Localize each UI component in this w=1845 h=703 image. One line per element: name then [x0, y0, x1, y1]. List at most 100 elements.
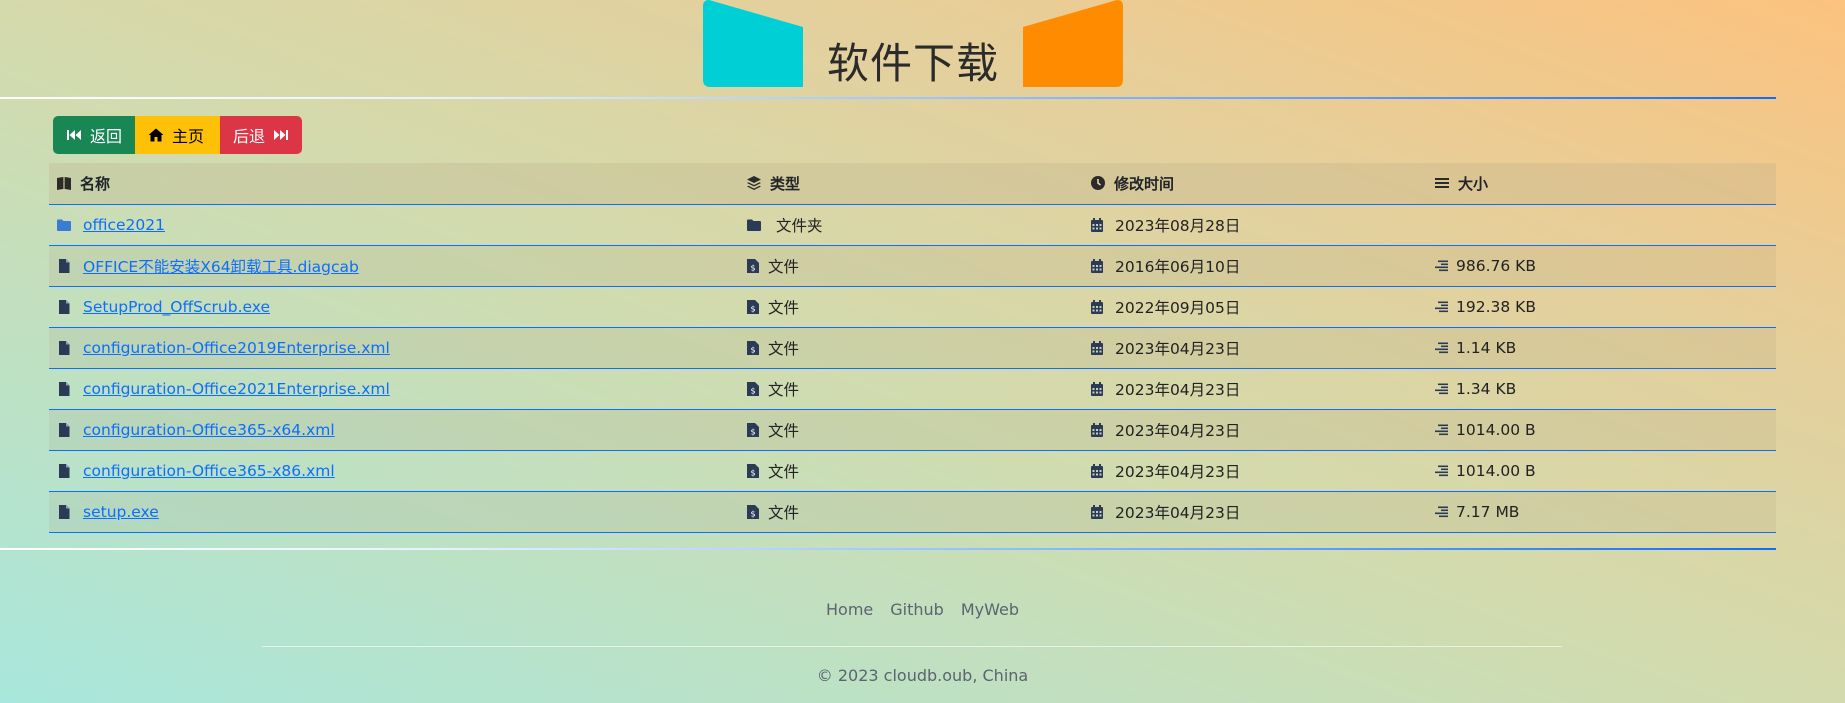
table-row[interactable]: SetupProd_OffScrub.exe $ 文件 2022年09月05日 192.…: [49, 286, 1776, 327]
name-column-label: 名称: [80, 174, 111, 193]
calendar-icon: [1091, 463, 1103, 478]
type-label: 文件: [768, 339, 800, 358]
name-cell: configuration-Office2019Enterprise.xml: [49, 327, 744, 368]
file-invoice-icon: $: [747, 381, 759, 396]
left-banner-shape: [703, 0, 803, 87]
time-cell: 2023年04月23日: [1088, 327, 1432, 368]
copyright-text: © 2023 cloudb.oub, China: [816, 666, 1029, 685]
align-right-icon: [1435, 260, 1448, 271]
file-invoice-icon: $: [747, 340, 759, 355]
page-header: 软件下载: [0, 0, 1845, 100]
size-label: 1014.00 B: [1456, 420, 1536, 439]
size-label: 986.76 KB: [1456, 256, 1536, 275]
type-label: 文件: [768, 380, 800, 399]
table-row[interactable]: configuration-Office2019Enterprise.xml $ 文…: [49, 327, 1776, 368]
size-label: 192.38 KB: [1456, 297, 1536, 316]
content-divider: [0, 548, 1776, 550]
clock-icon: [1091, 176, 1105, 191]
back-button-label: 返回: [90, 127, 123, 146]
type-cell: 文件夹: [744, 204, 1088, 245]
time-label: 2023年04月23日: [1115, 421, 1241, 440]
file-invoice-icon: $: [747, 299, 759, 314]
size-column-header[interactable]: 大小: [1432, 163, 1776, 205]
file-icon: [59, 258, 70, 273]
size-cell: 192.38 KB: [1432, 286, 1776, 327]
folder-icon: [57, 219, 71, 231]
home-button-label: 主页: [172, 127, 205, 146]
name-cell: configuration-Office365-x64.xml: [49, 409, 744, 450]
footer-link-github[interactable]: Github: [890, 600, 944, 619]
name-cell: configuration-Office2021Enterprise.xml: [49, 368, 744, 409]
file-list: office2021 文件夹 2023年08月28日 OFFICE不能安装X64卸载工…: [49, 204, 1776, 532]
time-label: 2023年04月23日: [1115, 339, 1241, 358]
size-cell: 1014.00 B: [1432, 409, 1776, 450]
align-right-icon: [1435, 465, 1448, 476]
home-button[interactable]: 主页: [135, 116, 220, 154]
file-table: 名称 类型 修改时间 大小 office2021 文件夹 2023年08月28日…: [49, 163, 1776, 533]
time-cell: 2022年09月05日: [1088, 286, 1432, 327]
file-link[interactable]: OFFICE不能安装X64卸载工具.diagcab: [83, 255, 359, 277]
size-cell: 986.76 KB: [1432, 245, 1776, 286]
svg-text:$: $: [750, 427, 755, 436]
table-row[interactable]: configuration-Office365-x86.xml $ 文件 2023年0…: [49, 450, 1776, 491]
time-label: 2023年04月23日: [1115, 380, 1241, 399]
svg-text:$: $: [750, 509, 755, 518]
name-cell: OFFICE不能安装X64卸载工具.diagcab: [49, 245, 744, 286]
table-row[interactable]: setup.exe $ 文件 2023年04月23日 7.17 MB: [49, 491, 1776, 532]
layer-group-icon: [747, 176, 761, 191]
type-label: 文件: [768, 503, 800, 522]
time-label: 2023年04月23日: [1115, 503, 1241, 522]
align-right-icon: [1435, 506, 1448, 517]
footer-link-home[interactable]: Home: [826, 600, 873, 619]
file-invoice-icon: $: [747, 422, 759, 437]
file-link[interactable]: configuration-Office2021Enterprise.xml: [83, 380, 390, 398]
time-cell: 2023年04月23日: [1088, 368, 1432, 409]
type-column-label: 类型: [770, 174, 801, 193]
footer-link-myweb[interactable]: MyWeb: [961, 600, 1019, 619]
table-row[interactable]: OFFICE不能安装X64卸载工具.diagcab $ 文件 2016年06月10日 9…: [49, 245, 1776, 286]
type-cell: $ 文件: [744, 450, 1088, 491]
table-row[interactable]: office2021 文件夹 2023年08月28日: [49, 204, 1776, 245]
calendar-icon: [1091, 504, 1103, 519]
svg-text:$: $: [750, 263, 755, 272]
size-cell: 1014.00 B: [1432, 450, 1776, 491]
svg-text:$: $: [750, 468, 755, 477]
back-button[interactable]: 返回: [53, 116, 135, 154]
calendar-icon: [1091, 381, 1103, 396]
time-cell: 2023年04月23日: [1088, 450, 1432, 491]
time-column-label: 修改时间: [1114, 174, 1175, 193]
file-invoice-icon: $: [747, 504, 759, 519]
type-label: 文件: [768, 421, 800, 440]
table-row[interactable]: configuration-Office365-x64.xml $ 文件 2023年0…: [49, 409, 1776, 450]
svg-text:$: $: [750, 345, 755, 354]
size-cell: [1432, 204, 1776, 245]
forward-button[interactable]: 后退: [220, 116, 302, 154]
type-column-header[interactable]: 类型: [744, 163, 1088, 205]
file-link[interactable]: configuration-Office365-x64.xml: [83, 421, 335, 439]
time-cell: 2023年04月23日: [1088, 491, 1432, 532]
nav-button-group: 返回 主页 后退: [53, 116, 302, 154]
file-link[interactable]: office2021: [83, 216, 165, 234]
calendar-icon: [1091, 422, 1103, 437]
type-cell: $ 文件: [744, 286, 1088, 327]
time-label: 2023年08月28日: [1115, 216, 1241, 235]
file-link[interactable]: setup.exe: [83, 503, 159, 521]
size-cell: 1.14 KB: [1432, 327, 1776, 368]
file-link[interactable]: configuration-Office2019Enterprise.xml: [83, 339, 390, 357]
time-cell: 2023年08月28日: [1088, 204, 1432, 245]
name-column-header[interactable]: 名称: [49, 163, 744, 205]
file-icon: [59, 504, 70, 519]
file-link[interactable]: SetupProd_OffScrub.exe: [83, 298, 270, 316]
calendar-icon: [1091, 299, 1103, 314]
file-link[interactable]: configuration-Office365-x86.xml: [83, 462, 335, 480]
align-right-icon: [1435, 424, 1448, 435]
table-row[interactable]: configuration-Office2021Enterprise.xml $ 文…: [49, 368, 1776, 409]
forward-button-label: 后退: [233, 127, 266, 146]
right-banner-shape: [1023, 0, 1123, 87]
footer-nav: Home Github MyWeb: [0, 600, 1845, 619]
type-label: 文件夹: [776, 216, 823, 235]
size-label: 1.14 KB: [1456, 338, 1517, 357]
type-cell: $ 文件: [744, 491, 1088, 532]
table-header-row: 名称 类型 修改时间 大小: [49, 163, 1776, 205]
time-column-header[interactable]: 修改时间: [1088, 163, 1432, 205]
